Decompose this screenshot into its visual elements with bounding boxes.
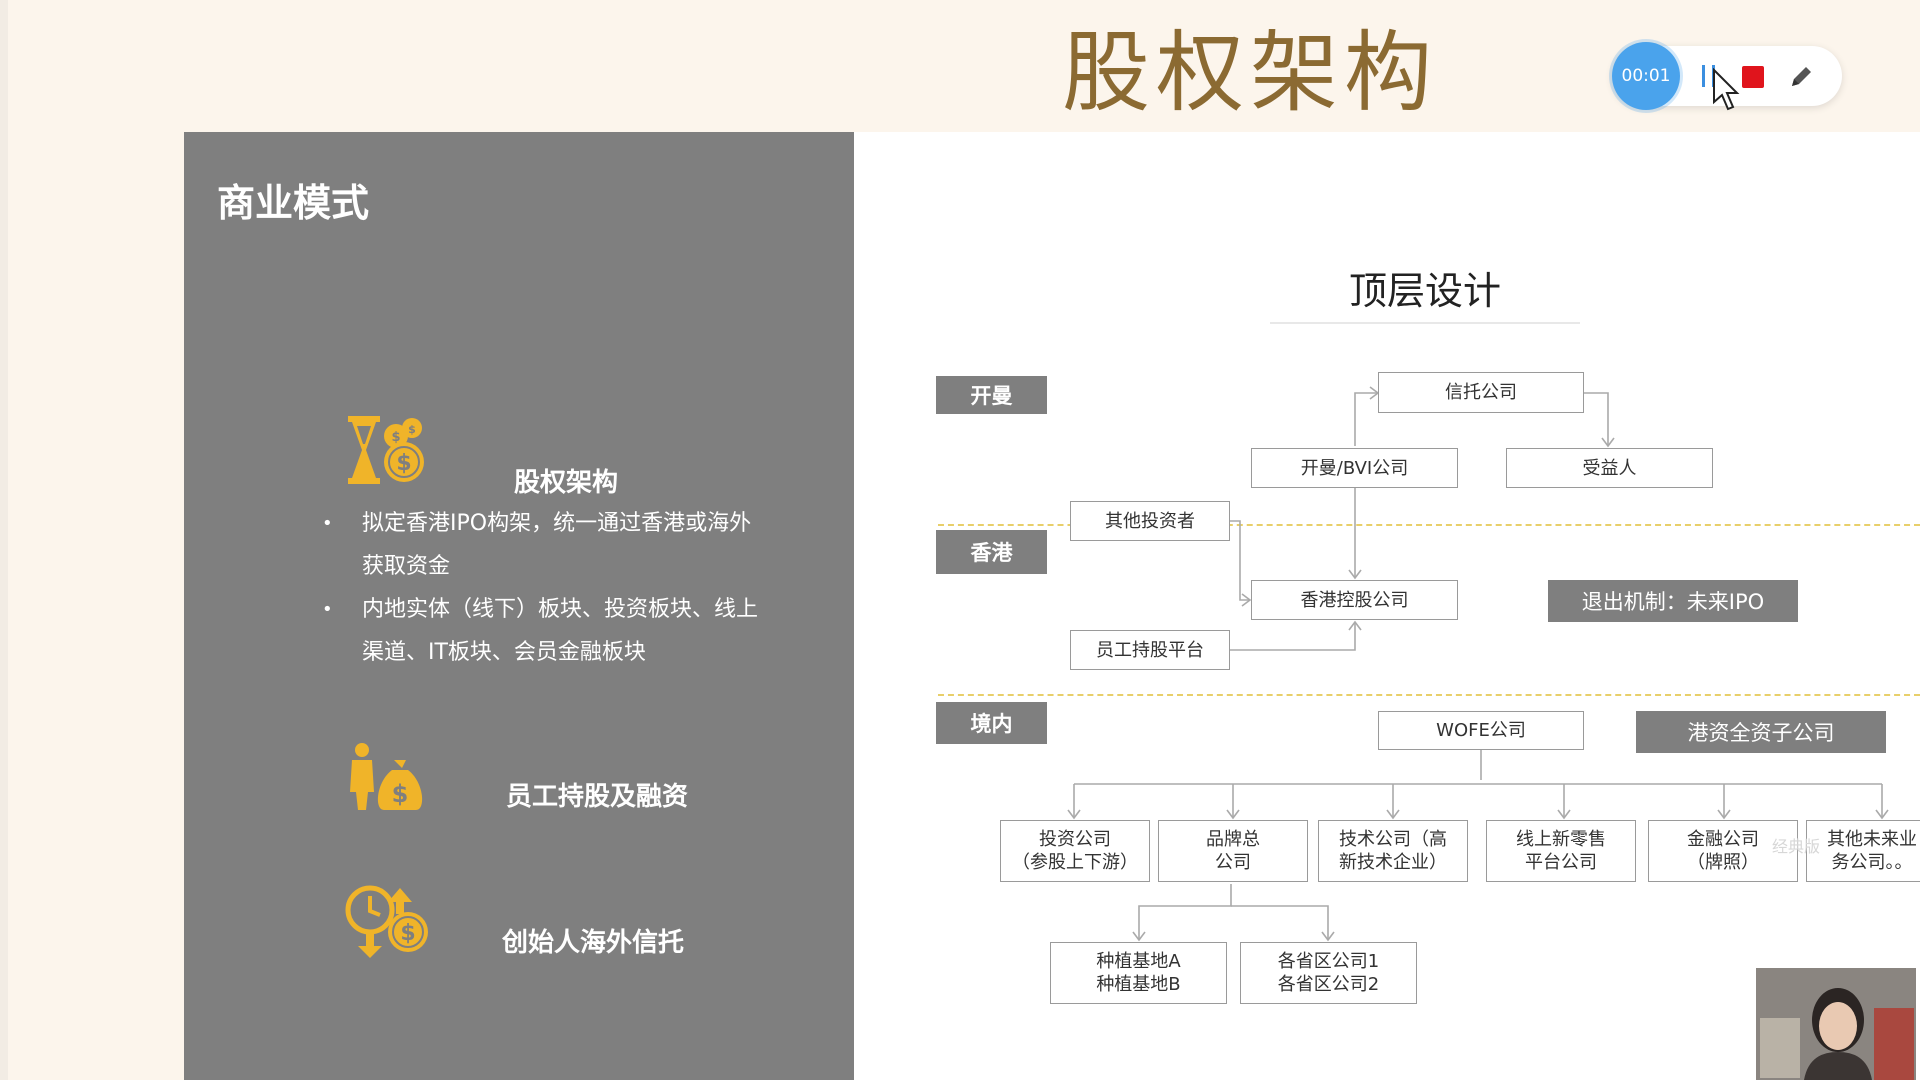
node-wofe-company: WOFE公司 [1378, 711, 1584, 750]
node-cayman-bvi-company: 开曼/BVI公司 [1251, 448, 1458, 488]
node-hk-subsidiary: 港资全资子公司 [1636, 711, 1886, 753]
presenter-avatar [1756, 968, 1916, 1080]
connector-lines [1067, 386, 1889, 942]
node-employee-stock-platform: 员工持股平台 [1070, 630, 1230, 670]
node-provincial-companies: 各省区公司1 各省区公司2 [1240, 942, 1417, 1004]
node-future-business-company: 其他未来业 务公司。。 [1806, 820, 1920, 882]
watermark-text: 经典版 [1772, 837, 1821, 856]
node-brand-company: 品牌总 公司 [1158, 820, 1308, 882]
node-online-retail-platform: 线上新零售 平台公司 [1486, 820, 1636, 882]
webcam-preview[interactable] [1756, 968, 1916, 1080]
node-other-investors: 其他投资者 [1070, 501, 1230, 541]
node-trust-company: 信托公司 [1378, 372, 1584, 413]
node-hk-holding-company: 香港控股公司 [1251, 580, 1458, 620]
node-planting-bases: 种植基地A 种植基地B [1050, 942, 1227, 1004]
node-tech-company: 技术公司（高 新技术企业） [1318, 820, 1468, 882]
exit-mechanism-label: 退出机制：未来IPO [1548, 580, 1798, 622]
node-investment-company: 投资公司 （参股上下游） [1000, 820, 1150, 882]
node-beneficiary: 受益人 [1506, 448, 1713, 488]
